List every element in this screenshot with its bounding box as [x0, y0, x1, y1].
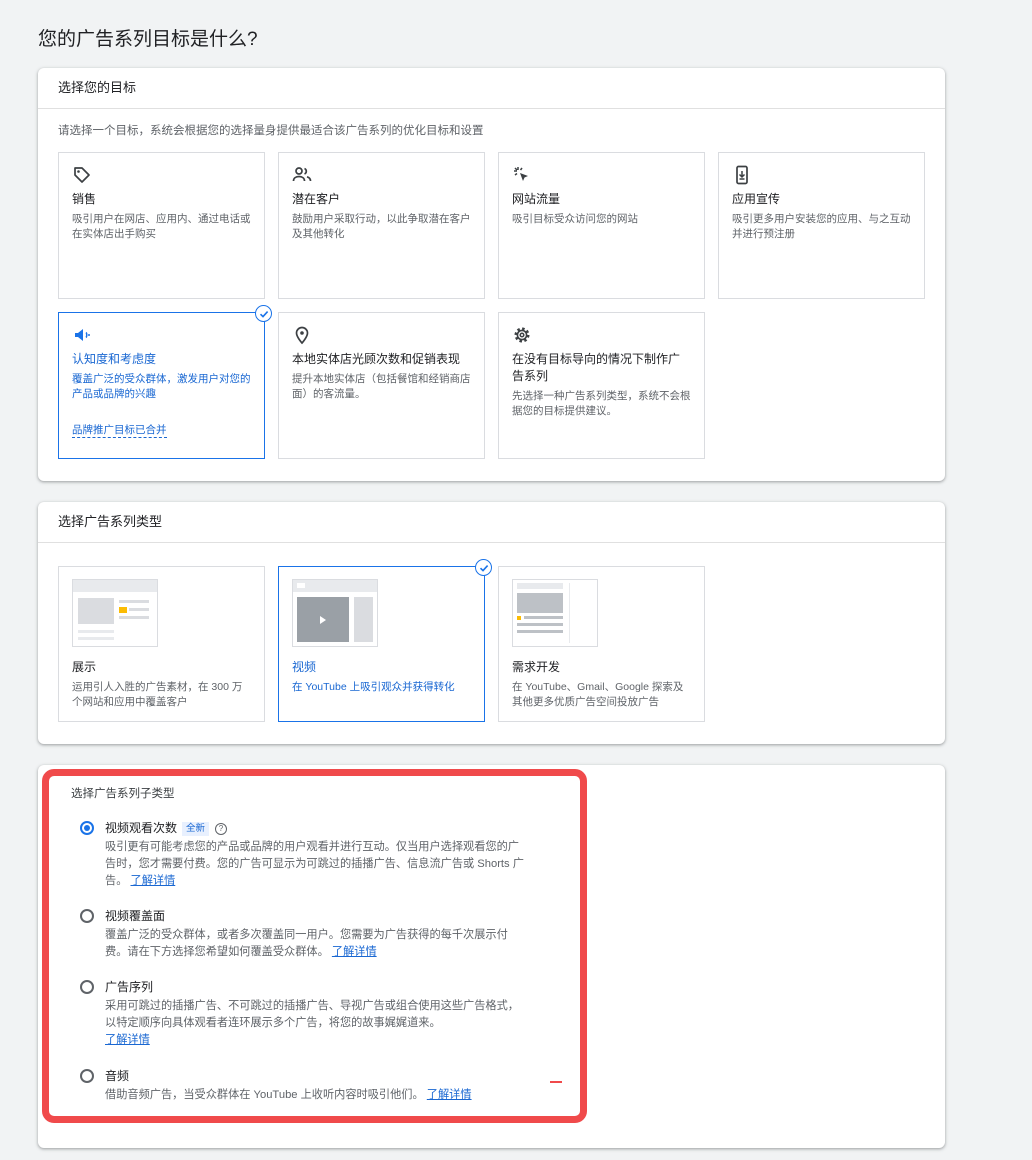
- goal-panel: 选择您的目标 请选择一个目标，系统会根据您的选择量身提供最适合该广告系列的优化目…: [38, 68, 945, 481]
- type-card-desc: 在 YouTube 上吸引观众并获得转化: [292, 681, 455, 693]
- page-title: 您的广告系列目标是什么?: [38, 29, 258, 50]
- gear-icon: [514, 327, 530, 343]
- goal-card-app[interactable]: 应用宣传 吸引更多用户安装您的应用、与之互动并进行预注册: [718, 152, 925, 299]
- type-card-title: 视频: [292, 660, 317, 674]
- goal-card-desc: 覆盖广泛的受众群体，激发用户对您的产品或品牌的兴趣: [72, 373, 251, 400]
- location-pin-icon: [295, 326, 309, 345]
- tag-icon: [74, 167, 90, 183]
- goal-card-traffic[interactable]: 网站流量 吸引目标受众访问您的网站: [498, 152, 705, 299]
- goal-card-no-goal[interactable]: 在没有目标导向的情况下制作广告系列 先选择一种广告系列类型，系统不会根据您的目标…: [498, 312, 705, 459]
- check-icon: [255, 305, 272, 322]
- video-thumbnail: [292, 579, 378, 647]
- goal-card-title: 应用宣传: [732, 192, 781, 206]
- type-card-desc: 运用引人入胜的广告素材，在 300 万个网站和应用中覆盖客户: [72, 681, 243, 708]
- goal-card-desc: 先选择一种广告系列类型，系统不会根据您的目标提供建议。: [512, 390, 691, 417]
- type-card-desc: 在 YouTube、Gmail、Google 探索及其他更多优质广告空间投放广告: [512, 681, 684, 708]
- goal-card-desc: 吸引更多用户安装您的应用、与之互动并进行预注册: [732, 213, 911, 240]
- type-card-title: 展示: [72, 660, 97, 674]
- cursor-click-icon: [514, 167, 528, 181]
- goal-card-title: 潜在客户: [292, 192, 341, 206]
- goal-card-local-store[interactable]: 本地实体店光顾次数和促销表现 提升本地实体店（包括餐馆和经销商店面）的客流量。: [278, 312, 485, 459]
- display-thumbnail: [72, 579, 158, 647]
- goal-card-sales[interactable]: 销售 吸引用户在网店、应用内、通过电话或在实体店出手购买: [58, 152, 265, 299]
- check-icon: [475, 559, 492, 576]
- type-card-title: 需求开发: [512, 660, 561, 674]
- demand-gen-thumbnail: [512, 579, 598, 647]
- goal-card-title: 本地实体店光顾次数和促销表现: [292, 352, 461, 366]
- goal-card-title: 销售: [72, 192, 97, 206]
- goal-card-title: 认知度和考虑度: [72, 352, 157, 366]
- campaign-type-panel: 选择广告系列类型 展示 运用引人入胜的广告素材，在 300 万个网站和应用中覆盖…: [38, 502, 945, 744]
- phone-download-icon: [736, 165, 748, 185]
- goal-card-title: 网站流量: [512, 192, 561, 206]
- goal-card-desc: 提升本地实体店（包括餐馆和经销商店面）的客流量。: [292, 373, 471, 400]
- goal-panel-header: 选择您的目标: [38, 68, 945, 109]
- goal-card-desc: 吸引目标受众访问您的网站: [512, 213, 638, 225]
- people-icon: [292, 167, 312, 182]
- type-card-display[interactable]: 展示 运用引人入胜的广告素材，在 300 万个网站和应用中覆盖客户: [58, 566, 265, 722]
- type-card-demand-gen[interactable]: 需求开发 在 YouTube、Gmail、Google 探索及其他更多优质广告空…: [498, 566, 705, 722]
- goal-intro: 请选择一个目标，系统会根据您的选择量身提供最适合该广告系列的优化目标和设置: [58, 125, 484, 137]
- highlight-box: [42, 769, 587, 1123]
- goal-card-awareness[interactable]: 认知度和考虑度 覆盖广泛的受众群体，激发用户对您的产品或品牌的兴趣 品牌推广目标…: [58, 305, 272, 459]
- goal-card-desc: 吸引用户在网店、应用内、通过电话或在实体店出手购买: [72, 213, 251, 240]
- goal-card-leads[interactable]: 潜在客户 鼓励用户采取行动，以此争取潜在客户及其他转化: [278, 152, 485, 299]
- goal-card-title: 在没有目标导向的情况下制作广告系列: [512, 352, 681, 383]
- goal-card-desc: 鼓励用户采取行动，以此争取潜在客户及其他转化: [292, 213, 471, 240]
- campaign-type-header: 选择广告系列类型: [38, 502, 945, 543]
- brand-goal-merged-link[interactable]: 品牌推广目标已合并: [72, 424, 167, 438]
- type-card-video[interactable]: 视频 在 YouTube 上吸引观众并获得转化: [278, 559, 492, 722]
- megaphone-icon: [75, 329, 90, 341]
